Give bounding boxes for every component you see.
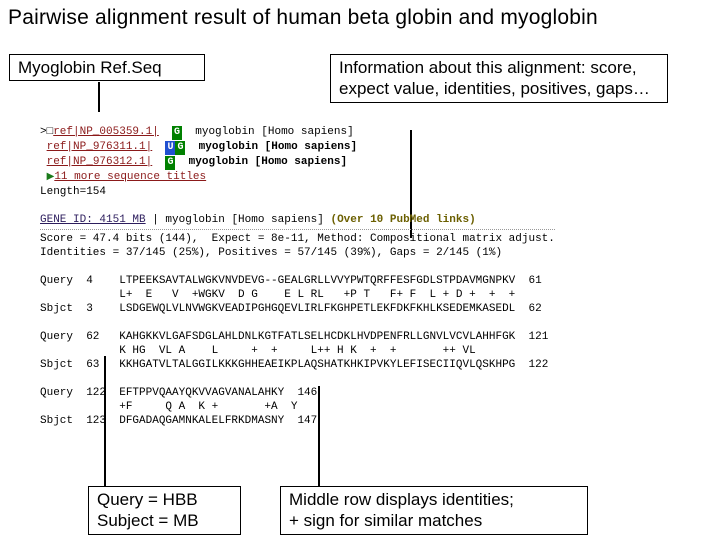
refseq-link-1[interactable]: ref|NP_005359.1|	[53, 126, 159, 138]
sbjct-row-3: Sbjct 123 DFGADAQGAMNKALELFRKDMASNY 147	[40, 415, 317, 427]
sbjct-row-1: Sbjct 3 LSDGEWQLVLNVWGKVEADIPGHGQEVLIRLF…	[40, 303, 542, 315]
query-row-3: Query 122 EFTPPVQAAYQKVVAGVANALAHKY 146	[40, 387, 317, 399]
caret-icon: >□	[40, 126, 53, 138]
match-row-2: K HG VL A L + + L++ H K + + ++ VL	[40, 345, 509, 357]
refseq-link-3[interactable]: ref|NP_976312.1|	[47, 156, 153, 168]
u-icon: U	[165, 141, 175, 155]
sbjct-row-2: Sbjct 63 KKHGATVLTALGGILKKKGHHEAEIKPLAQS…	[40, 359, 548, 371]
g-icon: G	[165, 156, 175, 170]
query-row-2: Query 62 KAHGKKVLGAFSDGLAHLDNLKGTFATLSEL…	[40, 331, 548, 343]
label-line: Subject = MB	[97, 510, 232, 531]
length-text: Length=154	[40, 186, 106, 198]
match-row-3: +F Q A K + +A Y	[40, 401, 297, 413]
connector-line	[98, 82, 100, 112]
more-titles-link[interactable]: 11 more sequence titles	[54, 171, 206, 183]
match-row-1: L+ E V +WGKV D G E L RL +P T F+ F L + D …	[40, 289, 515, 301]
stats-line-1: Score = 47.4 bits (144), Expect = 8e-11,…	[40, 229, 555, 246]
ref2-desc: myoglobin [Homo sapiens]	[199, 141, 357, 153]
refseq-link-2[interactable]: ref|NP_976311.1|	[47, 141, 153, 153]
label-middle-row: Middle row displays identities; + sign f…	[280, 486, 588, 535]
ref1-desc: myoglobin [Homo sapiens]	[195, 126, 353, 138]
page-title: Pairwise alignment result of human beta …	[8, 6, 712, 30]
label-alignment-info: Information about this alignment: score,…	[330, 54, 668, 103]
alignment-output: >□ref|NP_005359.1| G myoglobin [Homo sap…	[40, 111, 555, 428]
label-query-subject: Query = HBB Subject = MB	[88, 486, 241, 535]
query-row-1: Query 4 LTPEEKSAVTALWGKVNVDEVG--GEALGRLL…	[40, 275, 542, 287]
stats-line-2: Identities = 37/145 (25%), Positives = 5…	[40, 247, 502, 259]
g-icon: G	[175, 141, 185, 155]
label-myoglobin-refseq: Myoglobin Ref.Seq	[9, 54, 205, 81]
pubmed-links[interactable]: (Over 10 PubMed links)	[330, 214, 475, 226]
gene-id-link[interactable]: GENE ID: 4151 MB	[40, 214, 146, 226]
g-icon: G	[172, 126, 182, 140]
label-line: Middle row displays identities;	[289, 489, 579, 510]
gene-desc: | myoglobin [Homo sapiens]	[146, 214, 331, 226]
label-line: + sign for similar matches	[289, 510, 579, 531]
label-line: Query = HBB	[97, 489, 232, 510]
ref3-desc: myoglobin [Homo sapiens]	[189, 156, 347, 168]
